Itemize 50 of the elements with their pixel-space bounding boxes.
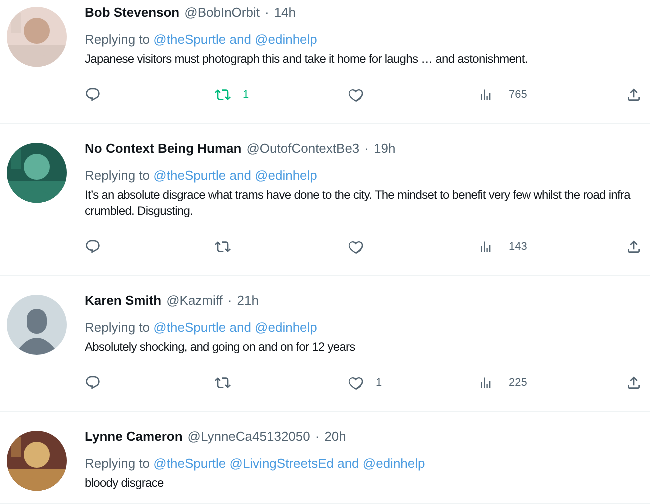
timestamp: 19h <box>374 140 396 156</box>
mention-link[interactable]: @theSpurtle and @edinhelp <box>154 32 318 47</box>
default-avatar-icon <box>7 295 67 355</box>
share-icon <box>626 375 642 391</box>
display-name: Bob Stevenson <box>85 4 180 20</box>
separator-dot: · <box>315 428 320 444</box>
reply-label: Replying to <box>85 168 150 183</box>
separator-dot: · <box>228 292 232 308</box>
retweet-button[interactable]: 1 <box>215 85 250 105</box>
mention-link[interactable]: @theSpurtle @LivingStreetsEd and @edinhelp <box>154 456 426 471</box>
retweet-icon <box>215 239 231 255</box>
user-handle: @OutofContextBe3 <box>246 140 360 156</box>
tweet-text-line: bloody disgrace <box>85 475 164 491</box>
bar-chart-icon <box>479 376 493 390</box>
timestamp: 21h <box>237 292 259 308</box>
like-button[interactable]: 1 <box>348 373 382 393</box>
timestamp: 20h <box>324 428 346 444</box>
user-handle: @BobInOrbit <box>184 4 260 20</box>
reply-label: Replying to <box>85 320 150 335</box>
tweet-text-line: Absolutely shocking, and going on and on for 12 years <box>85 339 356 355</box>
mention-link[interactable]: @theSpurtle and @edinhelp <box>154 168 318 183</box>
display-name: Karen Smith <box>85 292 162 308</box>
views-button[interactable]: 143 <box>479 237 528 257</box>
user-handle: @Kazmiff <box>166 292 223 308</box>
retweet-icon <box>215 87 231 103</box>
views-button[interactable]: 225 <box>479 373 528 393</box>
reply-icon <box>85 87 101 103</box>
reply-label: Replying to <box>85 32 150 47</box>
tweet-text-line: It’s an absolute disgrace what trams have done to the city. The mindset to benefit very few whilst the road infra <box>85 187 630 203</box>
bar-chart-icon <box>479 240 493 254</box>
tweet-text-line: crumbled. Disgusting. <box>85 203 194 219</box>
views-button[interactable]: 765 <box>479 85 528 105</box>
heart-icon <box>348 239 364 255</box>
separator-dot: · <box>264 4 270 20</box>
retweet-icon <box>215 375 231 391</box>
tweet-text-line: Japanese visitors must photograph this and take it home for laughs … and astonishment. <box>85 51 528 67</box>
separator-dot: · <box>364 140 370 156</box>
user-handle: @LynneCa45132050 <box>188 428 310 444</box>
bar-chart-icon <box>479 88 493 102</box>
display-name: No Context Being Human <box>85 140 242 156</box>
reply-label: Replying to <box>85 456 150 471</box>
heart-icon <box>348 375 364 391</box>
reply-icon <box>85 239 101 255</box>
heart-icon <box>348 87 364 103</box>
share-icon <box>626 87 642 103</box>
share-icon <box>626 239 642 255</box>
mention-link[interactable]: @theSpurtle and @edinhelp <box>154 320 318 335</box>
reply-icon <box>85 375 101 391</box>
timestamp: 14h <box>274 4 296 20</box>
display-name: Lynne Cameron <box>85 428 183 444</box>
